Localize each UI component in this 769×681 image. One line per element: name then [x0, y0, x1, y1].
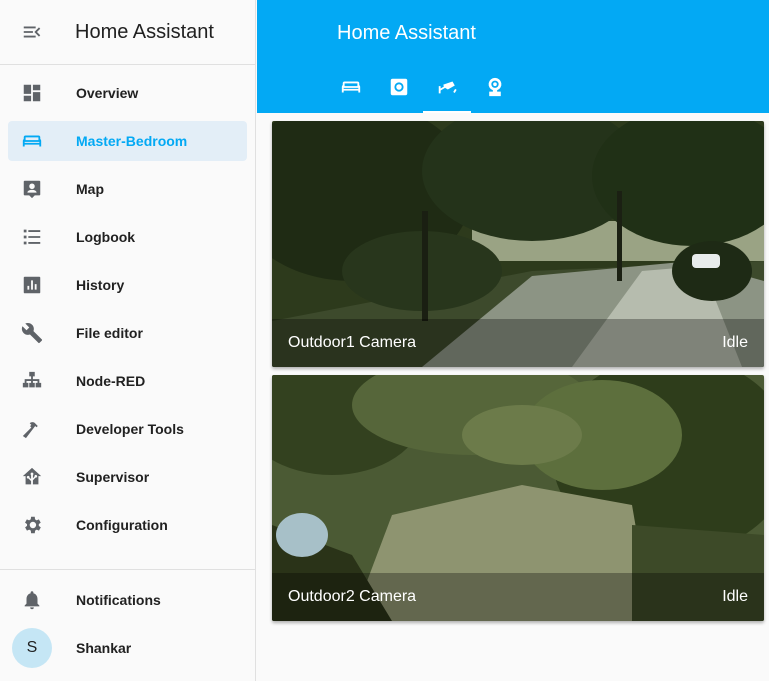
- camera-card-footer: Outdoor1 Camera Idle: [272, 319, 764, 367]
- home-assistant-icon: [8, 466, 56, 488]
- sidebar-nav: Overview Master-Bedroom Map Logbook Hist…: [0, 65, 255, 545]
- sidebar-item-label: Configuration: [76, 517, 168, 533]
- sidebar-item-notifications[interactable]: Notifications: [8, 580, 248, 620]
- sidebar-item-developer-tools[interactable]: Developer Tools: [8, 409, 247, 449]
- sidebar-item-label: File editor: [76, 325, 143, 341]
- hammer-icon: [8, 418, 56, 440]
- sidebar-item-label: Map: [76, 181, 104, 197]
- sidebar-item-label: Notifications: [76, 592, 161, 608]
- account-box-icon: [8, 178, 56, 200]
- user-name: Shankar: [76, 640, 132, 656]
- view-tabs: [327, 65, 519, 113]
- sidebar-item-label: Supervisor: [76, 469, 150, 485]
- sidebar-item-label: Node-RED: [76, 373, 146, 389]
- sidebar-item-configuration[interactable]: Configuration: [8, 505, 247, 545]
- sidebar-item-overview[interactable]: Overview: [8, 73, 247, 113]
- camera-card-footer: Outdoor2 Camera Idle: [272, 573, 764, 621]
- sitemap-icon: [8, 370, 56, 392]
- sidebar-item-node-red[interactable]: Node-RED: [8, 361, 247, 401]
- sidebar-title: Home Assistant: [75, 20, 214, 43]
- avatar: S: [12, 628, 52, 668]
- tab-sofa[interactable]: [327, 65, 375, 113]
- sidebar-item-supervisor[interactable]: Supervisor: [8, 457, 247, 497]
- washing-icon: [388, 76, 410, 103]
- chart-box-icon: [8, 274, 56, 296]
- sidebar-item-file-editor[interactable]: File editor: [8, 313, 247, 353]
- sidebar-item-master-bedroom[interactable]: Master-Bedroom: [8, 121, 247, 161]
- sidebar-item-label: Logbook: [76, 229, 136, 245]
- sidebar-header: Home Assistant: [0, 0, 255, 65]
- sofa-icon: [340, 76, 362, 103]
- app-header: Home Assistant: [257, 0, 769, 113]
- wrench-icon: [8, 322, 56, 344]
- camera-card-outdoor1[interactable]: Outdoor1 Camera Idle: [272, 121, 764, 367]
- sofa-icon: [8, 130, 56, 152]
- camera-state: Idle: [722, 588, 748, 605]
- sidebar: Home Assistant Overview Master-Bedroom M…: [0, 0, 256, 681]
- tab-webcam[interactable]: [471, 65, 519, 113]
- tab-cctv[interactable]: [423, 65, 471, 113]
- camera-state: Idle: [722, 334, 748, 351]
- sidebar-item-label: History: [76, 277, 125, 293]
- sidebar-item-history[interactable]: History: [8, 265, 247, 305]
- cctv-icon: [436, 76, 458, 103]
- sidebar-item-map[interactable]: Map: [8, 169, 247, 209]
- dashboard-icon: [8, 82, 56, 104]
- camera-name: Outdoor2 Camera: [288, 588, 417, 605]
- webcam-icon: [484, 76, 506, 103]
- camera-name: Outdoor1 Camera: [288, 334, 417, 351]
- page-title: Home Assistant: [337, 22, 476, 44]
- list-icon: [8, 226, 56, 248]
- sidebar-bottom: Notifications S Shankar: [0, 580, 256, 676]
- gear-icon: [8, 514, 56, 536]
- sidebar-item-label: Overview: [76, 85, 139, 101]
- sidebar-item-profile[interactable]: S Shankar: [8, 628, 248, 668]
- sidebar-divider: [0, 569, 256, 570]
- tab-washing[interactable]: [375, 65, 423, 113]
- menu-toggle-icon[interactable]: [0, 0, 64, 65]
- bell-icon: [8, 589, 56, 611]
- sidebar-item-logbook[interactable]: Logbook: [8, 217, 247, 257]
- sidebar-item-label: Developer Tools: [76, 421, 184, 437]
- sidebar-item-label: Master-Bedroom: [76, 133, 188, 149]
- camera-card-outdoor2[interactable]: Outdoor2 Camera Idle: [272, 375, 764, 621]
